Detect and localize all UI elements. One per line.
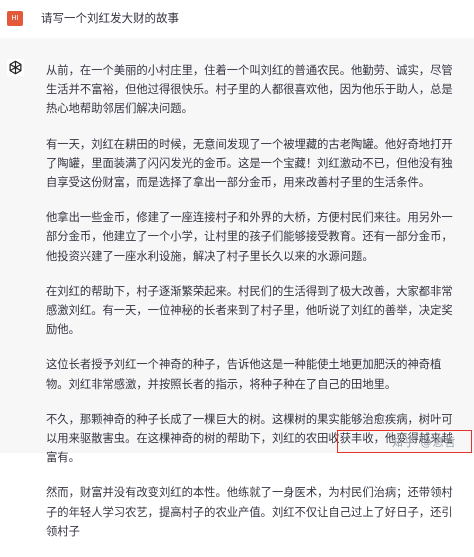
story-paragraph-2: 有一天，刘红在耕田的时候，无意间发现了一个被埋藏的古老陶罐。他好奇地打开了陶罐，… — [46, 137, 453, 190]
story-paragraph-4: 在刘红的帮助下，村子逐渐繁荣起来。村民们的生活得到了极大改善，大家都非常感激刘红… — [46, 284, 453, 337]
assistant-message-row: 从前，在一个美丽的小村庄里，住着一个叫刘红的普通农民。他勤劳、诚实，尽管生活并不… — [0, 38, 474, 538]
story-paragraph-1: 从前，在一个美丽的小村庄里，住着一个叫刘红的普通农民。他勤劳、诚实，尽管生活并不… — [46, 64, 453, 116]
user-message-row: HI 请写一个刘红发大财的故事 — [0, 0, 474, 38]
story-paragraph-5: 这位长者授予刘红一个神奇的种子，告诉他这是一种能使土地更加肥沃的神奇植物。刘红非… — [46, 358, 442, 391]
story-paragraph-3: 他拿出一些金币，修建了一座连接村子和外界的大桥，方便村民们来往。用另外一部分金币… — [46, 211, 453, 263]
user-avatar: HI — [7, 11, 23, 26]
openai-logo-icon — [7, 59, 24, 76]
story-paragraph-7: 然而，财富并没有改变刘红的本性。他练就了一身医术，为村民们治病；还带领村子的年轻… — [46, 486, 453, 538]
user-message-text: 请写一个刘红发大财的故事 — [41, 11, 179, 25]
assistant-message-text: 从前，在一个美丽的小村庄里，住着一个叫刘红的普通农民。他勤劳、诚实，尽管生活并不… — [46, 61, 462, 557]
zhihu-watermark: 知乎 @思哲 — [392, 436, 457, 449]
